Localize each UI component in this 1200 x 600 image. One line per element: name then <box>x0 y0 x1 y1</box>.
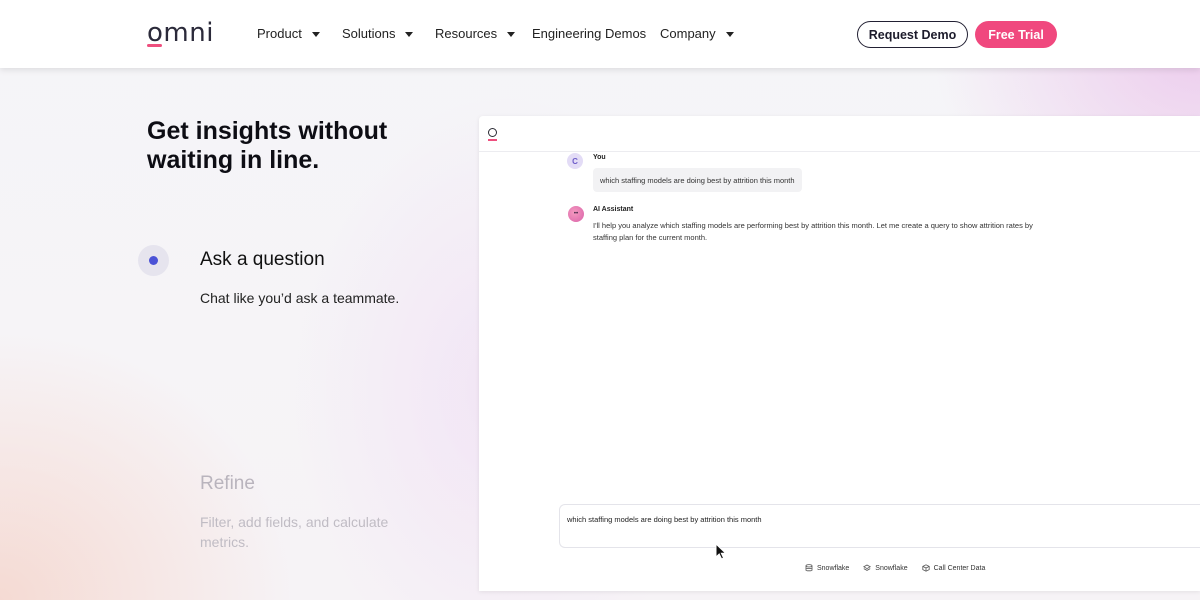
hero-title: Get insights without waiting in line. <box>147 117 388 174</box>
user-name: You <box>593 154 606 161</box>
assistant-avatar: •• <box>568 206 584 222</box>
chevron-down-icon <box>311 31 320 37</box>
user-message: which staffing models are doing best by … <box>593 168 802 192</box>
chat-input[interactable]: which staffing models are doing best by … <box>559 504 1200 548</box>
source-snowflake-model[interactable]: Snowflake <box>863 564 908 572</box>
chevron-down-icon <box>725 31 734 37</box>
layers-icon <box>863 564 872 571</box>
step-description-ask: Chat like you’d ask a teammate. <box>200 290 400 306</box>
step-title-ask[interactable]: Ask a question <box>200 249 325 271</box>
assistant-face-icon: •• <box>573 211 579 217</box>
nav-item-resources[interactable]: Resources <box>435 26 516 41</box>
nav-item-label: Company <box>660 26 716 41</box>
omni-mark-icon <box>488 128 497 137</box>
site-header: omni Product Solutions Resources Enginee… <box>0 0 1200 68</box>
chat-input-value[interactable]: which staffing models are doing best by … <box>567 515 762 524</box>
cube-icon <box>921 564 930 572</box>
logo-underline <box>147 44 162 47</box>
step-description-refine: Filter, add fields, and calculate metric… <box>200 514 389 550</box>
nav-item-solutions[interactable]: Solutions <box>342 26 414 41</box>
source-label: Snowflake <box>817 564 850 572</box>
request-demo-button[interactable]: Request Demo <box>857 21 968 48</box>
nav-item-label: Engineering Demos <box>532 26 647 41</box>
chevron-down-icon <box>405 31 414 37</box>
user-avatar: C <box>567 153 583 169</box>
source-label: Snowflake <box>875 564 908 572</box>
free-trial-button[interactable]: Free Trial <box>975 21 1057 48</box>
assistant-name: AI Assistant <box>593 206 634 213</box>
nav-item-engineering-demos[interactable]: Engineering Demos <box>532 26 646 41</box>
nav-item-label: Resources <box>435 26 498 41</box>
step-title-refine[interactable]: Refine <box>200 473 255 495</box>
assistant-message: I'll help you analyze which staffing mod… <box>593 221 1033 242</box>
nav-item-label: Solutions <box>342 26 396 41</box>
nav-item-product[interactable]: Product <box>257 26 320 41</box>
mouse-pointer-icon <box>715 543 727 560</box>
app-preview-panel: C You which staffing models are doing be… <box>479 116 1200 591</box>
source-call-center-data[interactable]: Call Center Data <box>921 564 986 572</box>
nav-item-label: Product <box>257 26 302 41</box>
nav-item-company[interactable]: Company <box>660 26 734 41</box>
database-icon <box>805 564 813 572</box>
omni-mark-underline <box>488 139 497 141</box>
source-label: Call Center Data <box>933 564 986 572</box>
step-indicator-dot <box>149 256 158 265</box>
panel-topbar <box>479 116 1200 152</box>
chevron-down-icon <box>507 31 516 37</box>
source-snowflake-db[interactable]: Snowflake <box>805 564 849 572</box>
data-sources: Snowflake Snowflake Call Center Data <box>805 562 985 574</box>
